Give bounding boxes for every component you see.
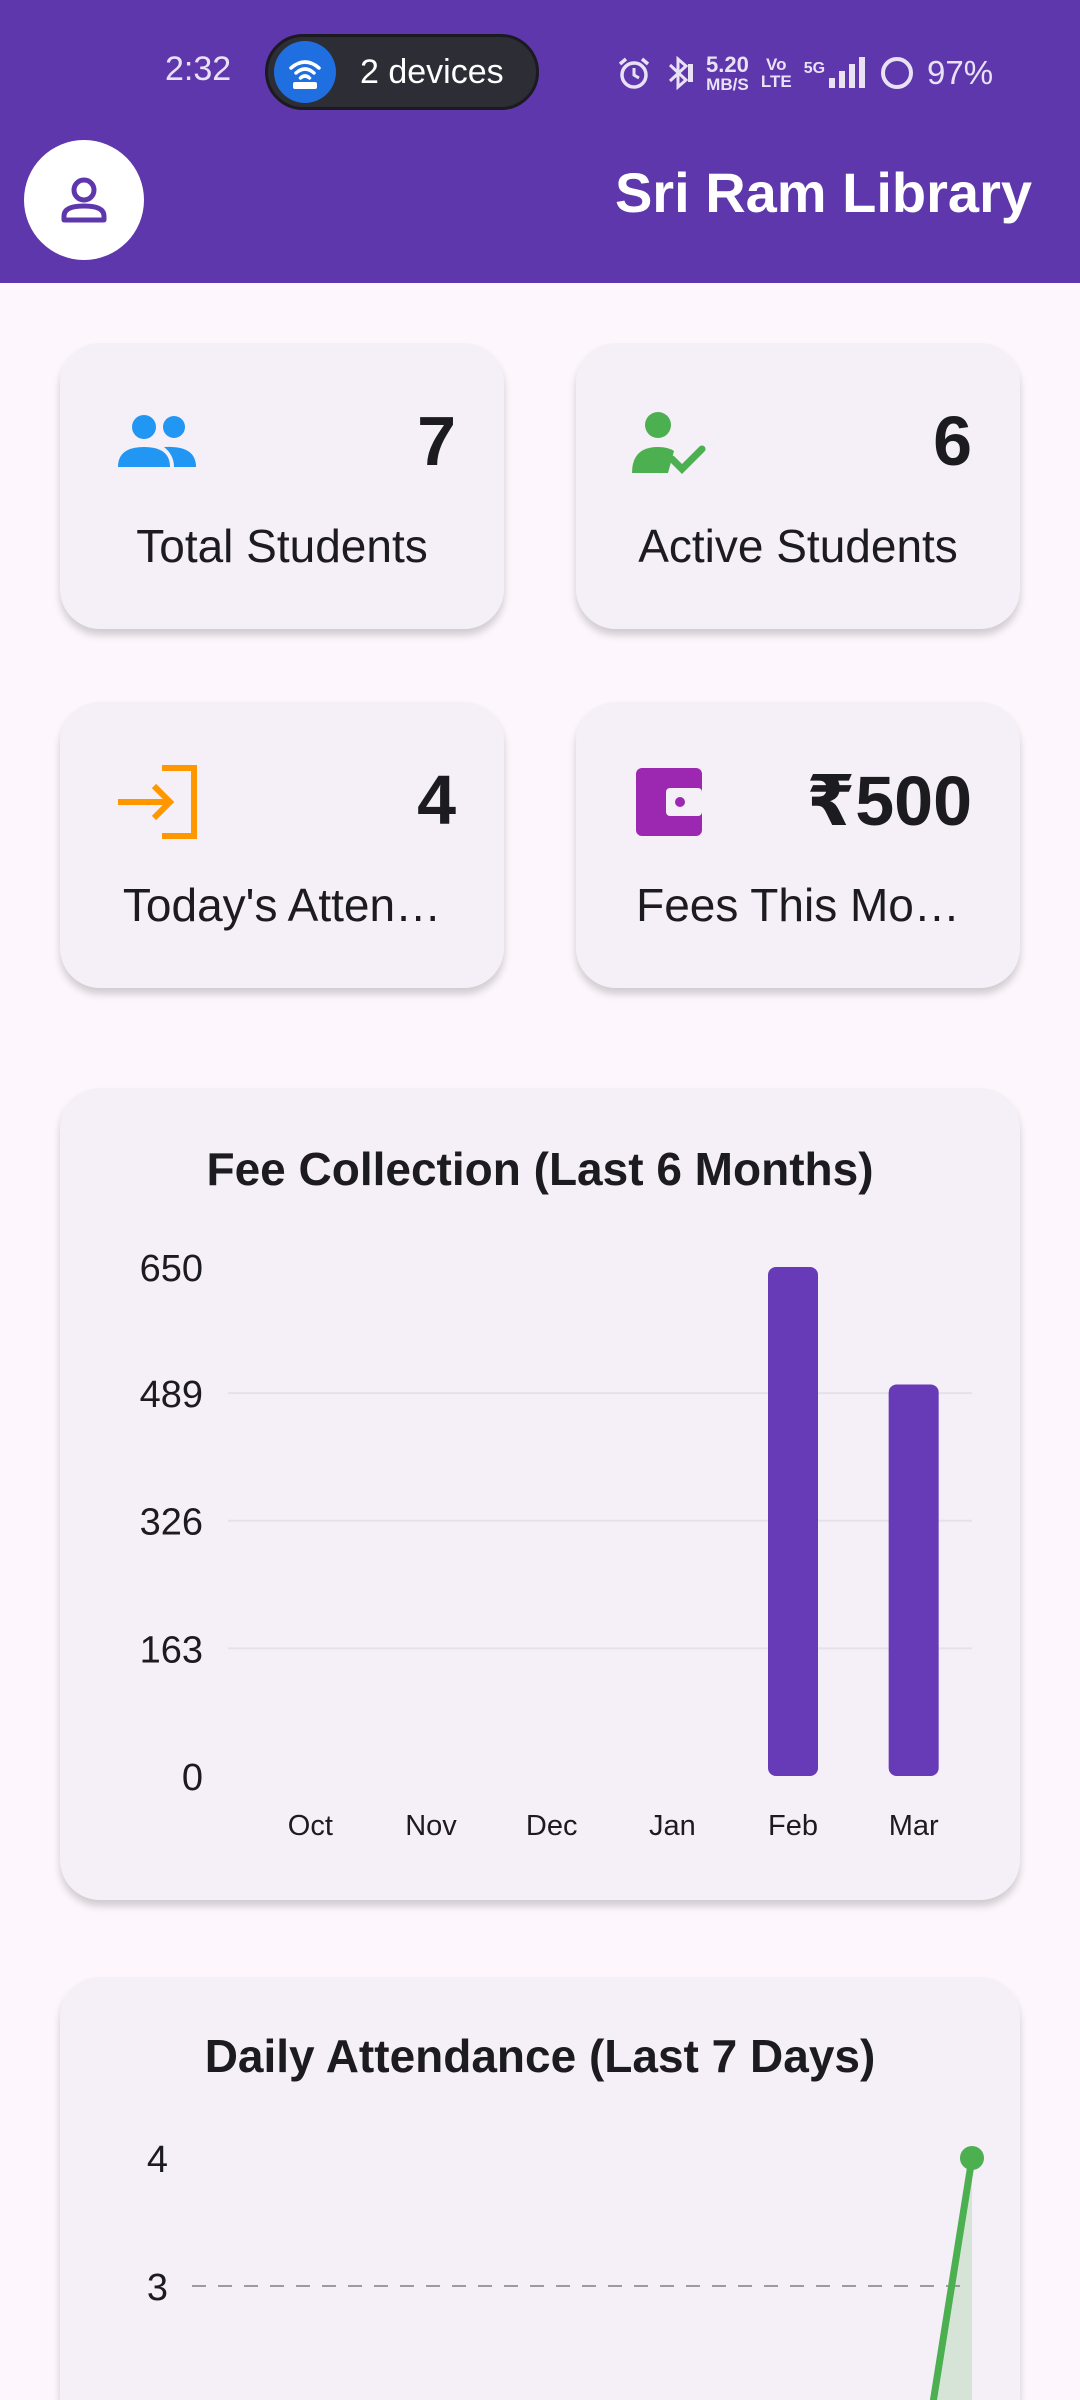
page-title: Sri Ram Library [614, 161, 1032, 224]
person-icon [61, 177, 107, 223]
stat-value: ₹500 [806, 762, 973, 840]
x-tick-label: Nov [405, 1810, 457, 1842]
volte-bottom: LTE [760, 72, 792, 91]
data-point [960, 2146, 984, 2170]
status-icons: 5.20 MB/S Vo LTE 5G 97% [616, 48, 993, 98]
x-tick-label: Jan [649, 1810, 696, 1842]
stat-card-fees-this-month[interactable]: ₹500 Fees This Mo… [576, 702, 1020, 988]
y-tick-label: 163 [140, 1629, 203, 1671]
fee-collection-chart-card: Fee Collection (Last 6 Months) 0 163 326 48… [60, 1088, 1020, 1900]
y-tick-label: 0 [182, 1757, 203, 1799]
wifi-hotspot-icon [274, 41, 336, 103]
signal-icon: 5G [804, 56, 867, 90]
status-time: 2:32 [165, 50, 232, 88]
stat-card-todays-attendance[interactable]: 4 Today's Atten… [60, 702, 504, 988]
hotspot-label: 2 devices [360, 52, 504, 91]
y-tick-label: 326 [140, 1502, 203, 1544]
stat-card-total-students[interactable]: 7 Total Students [60, 343, 504, 629]
speed-unit: MB/S [706, 74, 749, 94]
attendance-chart-card: Daily Attendance (Last 7 Days) 34 [60, 1977, 1020, 2400]
network-speed: 5.20 MB/S [706, 51, 749, 94]
battery-icon [881, 57, 914, 89]
stat-card-active-students[interactable]: 6 Active Students [576, 343, 1020, 629]
y-tick-label: 4 [147, 2139, 168, 2181]
bluetooth-icon [668, 55, 693, 91]
stat-value: 6 [933, 402, 972, 480]
x-tick-label: Mar [889, 1810, 939, 1842]
x-tick-label: Feb [768, 1810, 818, 1842]
wallet-icon [636, 768, 702, 836]
stat-value: 4 [417, 761, 456, 839]
stat-value: 7 [417, 402, 456, 480]
stat-label: Today's Atten… [122, 879, 442, 931]
x-tick-label: Dec [526, 1810, 578, 1842]
y-tick-label: 3 [147, 2267, 168, 2309]
people-icon [118, 415, 196, 467]
profile-button[interactable] [24, 140, 144, 260]
stat-label: Total Students [136, 520, 428, 572]
network-type: 5G [803, 60, 826, 77]
hotspot-chip[interactable]: 2 devices [265, 34, 539, 110]
volte-top: Vo [766, 55, 787, 74]
person-check-icon [632, 412, 706, 474]
bar [768, 1267, 818, 1776]
stat-label: Active Students [638, 520, 958, 572]
battery-percent: 97% [927, 54, 994, 91]
login-icon [118, 765, 197, 839]
stat-label: Fees This Mo… [636, 879, 960, 931]
alarm-icon [618, 57, 650, 89]
fee-collection-chart: 0 163 326 489 650 Oct Nov Dec Jan Feb Mar [140, 1248, 972, 1842]
x-tick-label: Oct [288, 1810, 333, 1842]
y-tick-label: 650 [140, 1248, 203, 1290]
bar [888, 1384, 939, 1776]
y-tick-label: 489 [140, 1374, 203, 1416]
app-bar: 2:32 2 devices 5.20 MB/S Vo LTE 5G 97% S… [0, 0, 1080, 283]
volte-indicator: Vo LTE [761, 56, 792, 90]
speed-value: 5.20 [706, 51, 749, 77]
attendance-chart: 34 [147, 2139, 984, 2400]
